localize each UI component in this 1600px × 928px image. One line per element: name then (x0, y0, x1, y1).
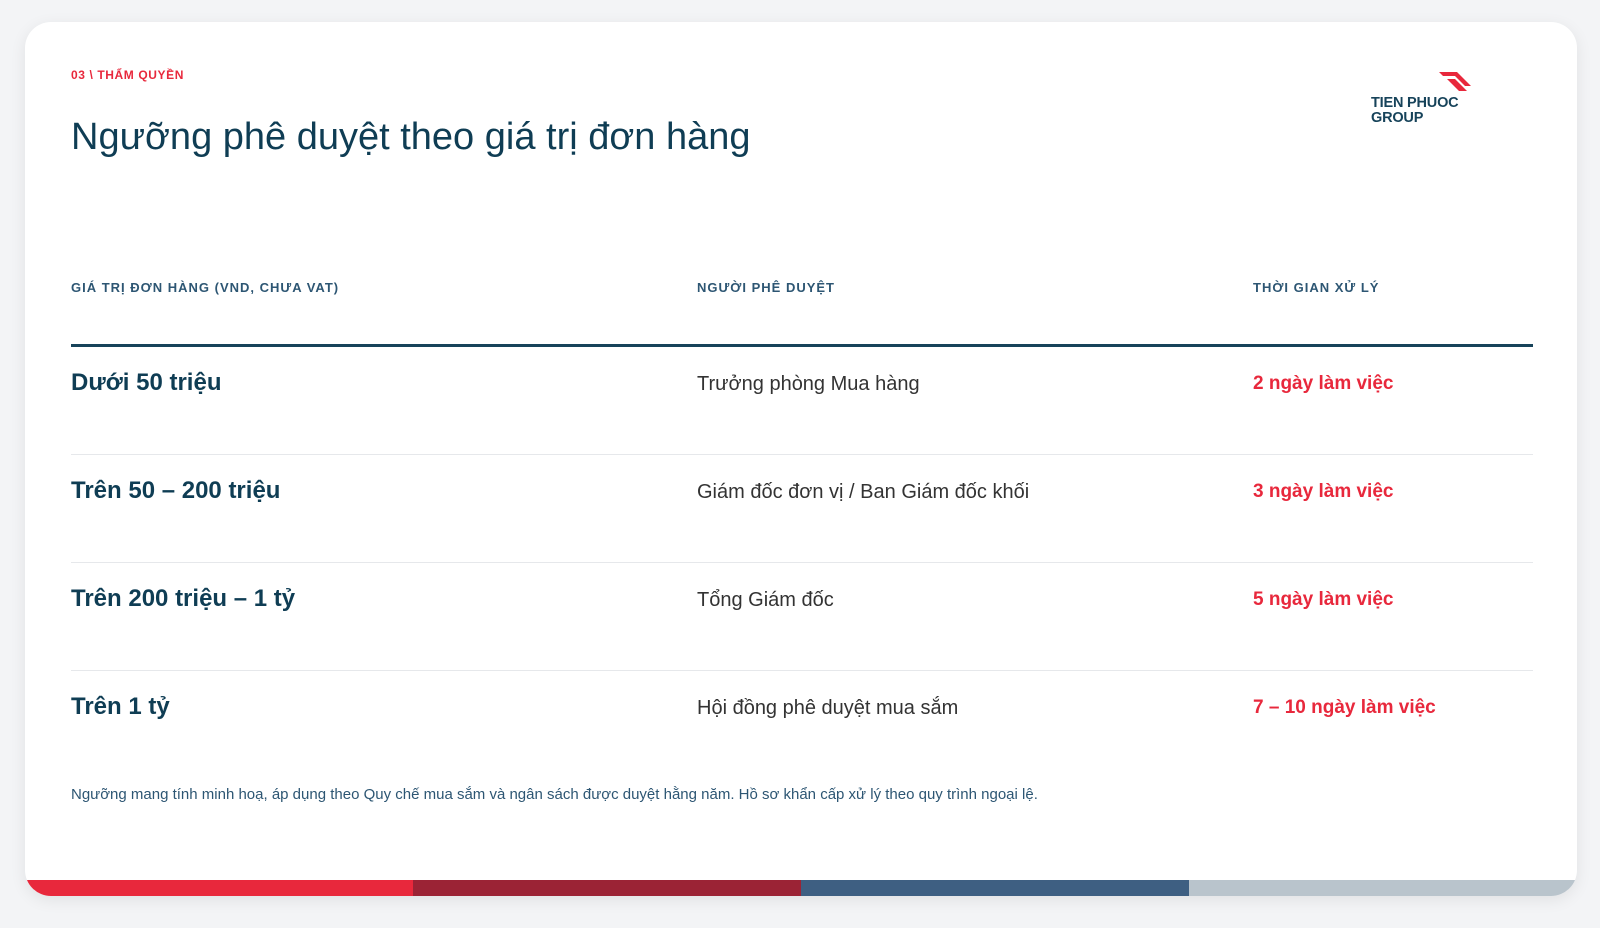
header-approver: NGƯỜI PHÊ DUYỆT (697, 280, 835, 295)
table-row: Trên 200 triệu – 1 tỷ Tổng Giám đốc 5 ng… (71, 563, 1533, 671)
approver: Giám đốc đơn vị / Ban Giám đốc khối (697, 481, 1030, 503)
processing-time: 5 ngày làm việc (1253, 589, 1394, 610)
page-title: Ngưỡng phê duyệt theo giá trị đơn hàng (71, 116, 751, 158)
processing-time: 2 ngày làm việc (1253, 373, 1394, 394)
slide-card: 03 \ THẨM QUYỀN Ngưỡng phê duyệt theo gi… (25, 22, 1577, 896)
header-processing-time: THỜI GIAN XỬ LÝ (1253, 280, 1380, 295)
order-value: Dưới 50 triệu (71, 369, 222, 396)
footnote: Ngưỡng mang tính minh hoạ, áp dụng theo … (71, 786, 1038, 803)
order-value: Trên 1 tỷ (71, 693, 170, 720)
company-logo: TIEN PHUOC GROUP (1371, 70, 1481, 130)
processing-time: 7 – 10 ngày làm việc (1253, 697, 1436, 718)
order-value: Trên 200 triệu – 1 tỷ (71, 585, 296, 612)
color-bar-segment-red (25, 880, 413, 896)
table-row: Trên 1 tỷ Hội đồng phê duyệt mua sắm 7 –… (71, 671, 1533, 778)
tien-phuoc-logo-icon (1439, 72, 1471, 91)
color-bar-segment-crimson (413, 880, 801, 896)
approver: Trưởng phòng Mua hàng (697, 373, 920, 395)
approver: Tổng Giám đốc (697, 589, 834, 611)
approver: Hội đồng phê duyệt mua sắm (697, 697, 959, 719)
logo-line-2: GROUP (1371, 110, 1424, 126)
brand-color-bar (25, 880, 1577, 896)
table-row: Trên 50 – 200 triệu Giám đốc đơn vị / Ba… (71, 455, 1533, 563)
section-eyebrow: 03 \ THẨM QUYỀN (71, 68, 185, 82)
color-bar-segment-blue (801, 880, 1189, 896)
order-value: Trên 50 – 200 triệu (71, 477, 281, 504)
processing-time: 3 ngày làm việc (1253, 481, 1394, 502)
table-row: Dưới 50 triệu Trưởng phòng Mua hàng 2 ng… (71, 347, 1533, 455)
logo-line-1: TIEN PHUOC (1371, 95, 1459, 111)
color-bar-segment-grey (1189, 880, 1577, 896)
logo-wordmark: TIEN PHUOC GROUP (1371, 95, 1459, 126)
header-order-value: GIÁ TRỊ ĐƠN HÀNG (VND, CHƯA VAT) (71, 280, 340, 295)
table-header: GIÁ TRỊ ĐƠN HÀNG (VND, CHƯA VAT) NGƯỜI P… (71, 280, 1533, 347)
approval-table: GIÁ TRỊ ĐƠN HÀNG (VND, CHƯA VAT) NGƯỜI P… (71, 280, 1533, 778)
